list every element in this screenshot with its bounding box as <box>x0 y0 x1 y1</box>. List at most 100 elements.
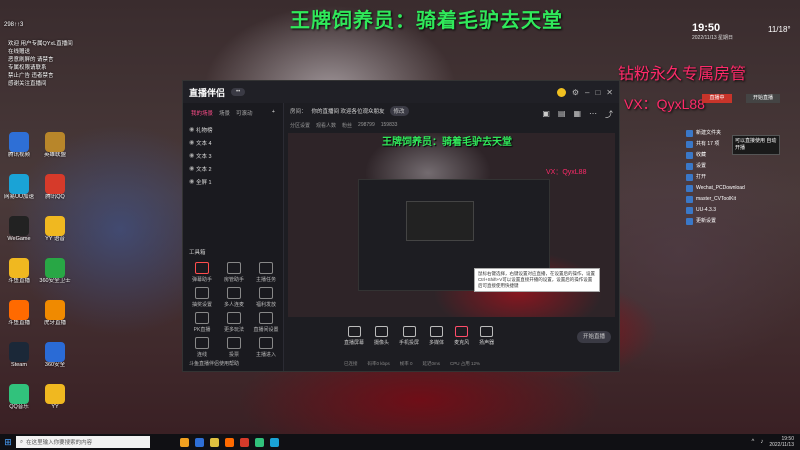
title-controls: ⚙ – □ ✕ <box>556 87 619 97</box>
control-item[interactable]: 多媒体 <box>429 326 444 346</box>
tray-clock[interactable]: 19:50 2022/11/13 <box>769 436 794 448</box>
tool-item[interactable]: 福利发放 <box>251 287 281 308</box>
stream-preview[interactable]: 王牌饲养员：骑着毛驴去天堂 VX：QyxL88 鼠标右键选择，右键设置对应直播，… <box>288 133 615 317</box>
edit-room-button[interactable]: 修改 <box>389 106 409 116</box>
desktop-icon[interactable]: 360安全卫士 <box>38 258 72 285</box>
scene-item[interactable]: ◉ 文本 2 <box>183 162 283 175</box>
desktop-icon[interactable]: 腾讯QQ <box>38 174 72 201</box>
tool-label: 房管助手 <box>223 277 244 283</box>
desktop-icon[interactable]: 360安全 <box>38 342 72 369</box>
eye-icon[interactable]: ◉ <box>189 178 196 185</box>
more-icon[interactable]: ⋯ <box>589 109 597 120</box>
tool-item[interactable]: PK直播 <box>187 312 217 333</box>
scene-panel: 我的场景 场景 可滚动 + ◉ 礼物榜 ◉ 文本 4 ◉ 文本 3 ◉ 文本 2 ◉ 全屏… <box>183 103 284 371</box>
file-item[interactable]: 打开 <box>686 172 782 183</box>
desktop-icon[interactable]: YY <box>38 384 72 411</box>
gift-icon[interactable]: ▣ <box>542 109 550 120</box>
volume-icon[interactable]: ♪ <box>760 439 763 445</box>
desktop-icon-label: 斗鱼直播 <box>7 278 30 284</box>
control-item[interactable]: 直播屏幕 <box>344 326 364 346</box>
desktop-icon[interactable]: 网易UU加速 <box>2 174 36 201</box>
taskbar-search[interactable]: ⌕ 在这里输入你要搜索的内容 <box>16 436 150 448</box>
desktop-icon[interactable]: WeGame <box>2 216 36 243</box>
tool-item[interactable]: 主播进入 <box>251 337 281 358</box>
status-item: 延迟0ms <box>422 361 441 366</box>
taskbar-app-icon[interactable] <box>195 437 204 447</box>
tab-scene[interactable]: 场景 <box>219 109 230 117</box>
control-item[interactable]: 手机投屏 <box>399 326 419 346</box>
scene-item[interactable]: ◉ 礼物榜 <box>183 123 283 136</box>
taskbar-app-icon[interactable] <box>180 437 189 447</box>
taskbar-app-icon[interactable] <box>270 437 279 447</box>
tool-label: 连线 <box>196 352 207 358</box>
desktop-icon[interactable]: 斗鱼直播 <box>2 258 36 285</box>
tool-item[interactable]: 主播任务 <box>251 262 281 283</box>
tools-grid: 弹幕助手 房管助手 主播任务抽奖设置 多人连麦 福利发放 PK直播 更多玩法 直播间设置连线 投… <box>183 260 283 360</box>
file-item[interactable]: UU-4.3.3 <box>686 205 782 216</box>
tab-scroll[interactable]: 可滚动 <box>236 109 253 117</box>
desktop-icon[interactable]: 虎牙直播 <box>38 300 72 327</box>
tool-item[interactable]: 连线 <box>187 337 217 358</box>
control-item[interactable]: 麦克风 <box>454 326 469 346</box>
file-icon <box>686 130 693 137</box>
eye-icon[interactable]: ◉ <box>189 152 196 159</box>
scene-item[interactable]: ◉ 全屏 1 <box>183 175 283 188</box>
taskbar-app-icon[interactable] <box>255 437 264 447</box>
add-scene-icon[interactable]: + <box>272 109 275 117</box>
desktop-icon[interactable]: QQ音乐 <box>2 384 36 411</box>
desktop-icon[interactable]: Steam <box>2 342 36 369</box>
eye-icon[interactable]: ◉ <box>189 139 196 146</box>
minimize-icon[interactable]: – <box>585 88 589 97</box>
file-item[interactable]: Wechat_PCDownload <box>686 183 782 194</box>
start-live-button[interactable]: 开始直播 <box>746 94 780 103</box>
windows-start-icon[interactable]: ⊞ <box>0 434 16 450</box>
desktop-icon[interactable]: 英雄联盟 <box>38 132 72 159</box>
tool-label: 弹幕助手 <box>191 277 212 283</box>
maximize-icon[interactable]: □ <box>595 88 600 97</box>
tab-my-scene[interactable]: 我的场景 <box>191 109 213 117</box>
desktop-icon[interactable]: YY 语音 <box>38 216 72 243</box>
scene-item[interactable]: ◉ 文本 4 <box>183 136 283 149</box>
eye-icon[interactable]: ◉ <box>189 165 196 172</box>
scene-label: 礼物榜 <box>196 127 213 134</box>
tool-item[interactable]: 弹幕助手 <box>187 262 217 283</box>
eye-icon[interactable]: ◉ <box>189 126 196 133</box>
share-icon[interactable]: ⤴ <box>605 109 613 120</box>
chevron-up-icon[interactable]: ^ <box>752 439 755 445</box>
tool-item[interactable]: 投票 <box>219 337 249 358</box>
tool-label: 直播间设置 <box>253 327 279 333</box>
avatar[interactable] <box>556 87 566 97</box>
taskbar-app-icon[interactable] <box>240 437 249 447</box>
close-icon[interactable]: ✕ <box>606 88 613 97</box>
file-item[interactable]: 更新设置 <box>686 216 782 227</box>
file-label: Wechat_PCDownload <box>696 185 745 191</box>
status-item: 码率0 kbps <box>367 361 390 366</box>
info-item[interactable]: 分区设置 <box>290 122 310 129</box>
taskbar-app-icon[interactable] <box>210 437 219 447</box>
status-item: 帧率 0 <box>399 361 413 366</box>
overlay-sub1: 钻粉永久专属房管 <box>618 66 747 83</box>
tool-item[interactable]: 多人连麦 <box>219 287 249 308</box>
layout-icon[interactable]: ▤ <box>558 109 566 120</box>
taskbar-app-icon[interactable] <box>225 437 234 447</box>
file-item[interactable]: 设置 <box>686 161 782 172</box>
desktop-icon[interactable]: 斗鱼直播 <box>2 300 36 327</box>
settings-icon[interactable]: ⚙ <box>572 88 579 97</box>
file-item[interactable]: master_CVToolKit <box>686 194 782 205</box>
tool-item[interactable]: 房管助手 <box>219 262 249 283</box>
tool-item[interactable]: 抽奖设置 <box>187 287 217 308</box>
desktop-icon[interactable]: 腾讯视频 <box>2 132 36 159</box>
tool-item[interactable]: 更多玩法 <box>219 312 249 333</box>
tool-icon <box>195 287 209 299</box>
grid-icon[interactable]: ▦ <box>573 109 581 120</box>
scene-item[interactable]: ◉ 文本 3 <box>183 149 283 162</box>
help-link[interactable]: 斗鱼直播伴侣使用帮助 <box>189 360 239 367</box>
live-status-button[interactable]: 直播中 <box>702 94 732 103</box>
file-label: 收藏 <box>696 152 707 158</box>
control-item[interactable]: 扬声器 <box>479 326 494 346</box>
control-bar: 直播屏幕 摄像头 手机投屏 多媒体 麦克风 扬声器 <box>284 321 679 351</box>
desktop-icon-label: 英雄联盟 <box>43 152 66 158</box>
start-stream-button[interactable]: 开始直播 <box>577 331 611 343</box>
control-item[interactable]: 摄像头 <box>374 326 389 346</box>
tool-item[interactable]: 直播间设置 <box>251 312 281 333</box>
